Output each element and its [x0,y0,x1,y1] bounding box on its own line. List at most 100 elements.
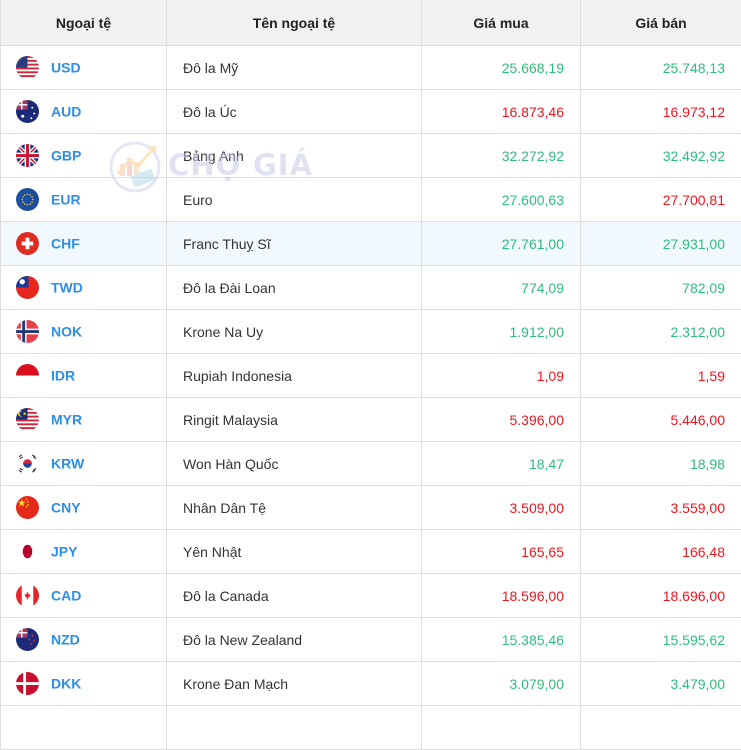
au-flag-icon [16,100,39,123]
currency-code-link[interactable]: EUR [51,192,81,208]
currency-name: Rupiah Indonesia [167,354,422,398]
currency-name: Đô la Đài Loan [167,266,422,310]
currency-code-cell[interactable]: AUD [1,90,167,134]
currency-code-cell[interactable]: GBP [1,134,167,178]
kr-flag-icon [16,452,39,475]
ca-flag-icon [16,584,39,607]
currency-code-link[interactable]: NOK [51,324,82,340]
no-flag-icon [16,320,39,343]
sell-price: 18.696,00 [581,574,741,618]
nz-flag-icon [16,628,39,651]
currency-code-cell[interactable]: USD [1,46,167,90]
currency-code-link[interactable]: CNY [51,500,81,516]
table-row-nok[interactable]: NOKKrone Na Uy1.912,002.312,00 [1,310,741,354]
buy-price: 5.396,00 [422,398,581,442]
my-flag-icon [16,408,39,431]
table-row-cad[interactable]: CADĐô la Canada18.596,0018.696,00 [1,574,741,618]
currency-code-cell[interactable]: CHF [1,222,167,266]
sell-price: 27.700,81 [581,178,741,222]
currency-code-link[interactable]: AUD [51,104,81,120]
currency-code-link[interactable]: GBP [51,148,81,164]
currency-name: Euro [167,178,422,222]
table-row-gbp[interactable]: GBP Bảng Anh32.272,9232.492,92 [1,134,741,178]
currency-code-cell[interactable]: NOK [1,310,167,354]
empty-cell [422,706,581,750]
table-row-cny[interactable]: CNY Nhân Dân Tệ3.509,003.559,00 [1,486,741,530]
eu-flag-icon [16,188,39,211]
buy-price: 774,09 [422,266,581,310]
empty-cell [167,706,422,750]
id-flag-icon [16,364,39,387]
buy-price: 27.600,63 [422,178,581,222]
sell-price: 27.931,00 [581,222,741,266]
buy-price: 3.509,00 [422,486,581,530]
buy-price: 18,47 [422,442,581,486]
currency-code-link[interactable]: TWD [51,280,83,296]
tw-flag-icon [16,276,39,299]
sell-price: 1,59 [581,354,741,398]
header-currency-code: Ngoại tệ [1,0,167,46]
currency-name: Krone Na Uy [167,310,422,354]
table-row-aud[interactable]: AUDĐô la Úc16.873,4616.973,12 [1,90,741,134]
currency-name: Ringit Malaysia [167,398,422,442]
currency-code-link[interactable]: JPY [51,544,77,560]
table-row-twd[interactable]: TWDĐô la Đài Loan774,09782,09 [1,266,741,310]
currency-code-cell[interactable]: CNY [1,486,167,530]
currency-name: Đô la Úc [167,90,422,134]
currency-name: Đô la New Zealand [167,618,422,662]
currency-name: Yên Nhật [167,530,422,574]
buy-price: 3.079,00 [422,662,581,706]
currency-name: Bảng Anh [167,134,422,178]
table-row-jpy[interactable]: JPYYên Nhật165,65166,48 [1,530,741,574]
sell-price: 5.446,00 [581,398,741,442]
currency-name: Nhân Dân Tệ [167,486,422,530]
currency-code-cell[interactable]: CAD [1,574,167,618]
jp-flag-icon [16,540,39,563]
empty-cell [1,706,167,750]
exchange-rate-table-container: Ngoại tệ Tên ngoại tệ Giá mua Giá bán US… [0,0,741,750]
gb-flag-icon [16,144,39,167]
sell-price: 3.479,00 [581,662,741,706]
currency-code-cell[interactable]: DKK [1,662,167,706]
currency-code-cell[interactable]: EUR [1,178,167,222]
currency-code-cell[interactable]: JPY [1,530,167,574]
currency-code-link[interactable]: MYR [51,412,82,428]
sell-price: 2.312,00 [581,310,741,354]
sell-price: 32.492,92 [581,134,741,178]
currency-code-cell[interactable]: KRW [1,442,167,486]
currency-name: Won Hàn Quốc [167,442,422,486]
table-row-myr[interactable]: MYR Ringit Malaysia5.396,005.446,00 [1,398,741,442]
currency-name: Đô la Mỹ [167,46,422,90]
table-header-row: Ngoại tệ Tên ngoại tệ Giá mua Giá bán [1,0,741,46]
currency-code-cell[interactable]: TWD [1,266,167,310]
table-row-eur[interactable]: EUR Euro27.600,6327.700,81 [1,178,741,222]
currency-code-link[interactable]: KRW [51,456,84,472]
currency-code-cell[interactable]: IDR [1,354,167,398]
table-row-nzd[interactable]: NZDĐô la New Zealand15.385,4615.595,62 [1,618,741,662]
sell-price: 18,98 [581,442,741,486]
sell-price: 3.559,00 [581,486,741,530]
buy-price: 165,65 [422,530,581,574]
sell-price: 15.595,62 [581,618,741,662]
buy-price: 32.272,92 [422,134,581,178]
buy-price: 27.761,00 [422,222,581,266]
table-row-chf[interactable]: CHF Franc Thuỵ Sĩ27.761,0027.931,00 [1,222,741,266]
table-row-idr[interactable]: IDRRupiah Indonesia1,091,59 [1,354,741,398]
currency-code-link[interactable]: NZD [51,632,80,648]
currency-code-link[interactable]: CAD [51,588,81,604]
us-flag-icon [16,56,39,79]
cn-flag-icon [16,496,39,519]
table-row-usd[interactable]: USDĐô la Mỹ25.668,1925.748,13 [1,46,741,90]
currency-code-link[interactable]: CHF [51,236,80,252]
table-row-krw[interactable]: KRW Won Hàn Quốc18,4718,98 [1,442,741,486]
currency-code-cell[interactable]: NZD [1,618,167,662]
currency-name: Franc Thuỵ Sĩ [167,222,422,266]
currency-code-link[interactable]: DKK [51,676,81,692]
exchange-rate-table: Ngoại tệ Tên ngoại tệ Giá mua Giá bán US… [0,0,741,750]
buy-price: 25.668,19 [422,46,581,90]
currency-code-cell[interactable]: MYR [1,398,167,442]
buy-price: 16.873,46 [422,90,581,134]
currency-code-link[interactable]: IDR [51,368,75,384]
currency-code-link[interactable]: USD [51,60,81,76]
table-row-dkk[interactable]: DKKKrone Đan Mạch3.079,003.479,00 [1,662,741,706]
